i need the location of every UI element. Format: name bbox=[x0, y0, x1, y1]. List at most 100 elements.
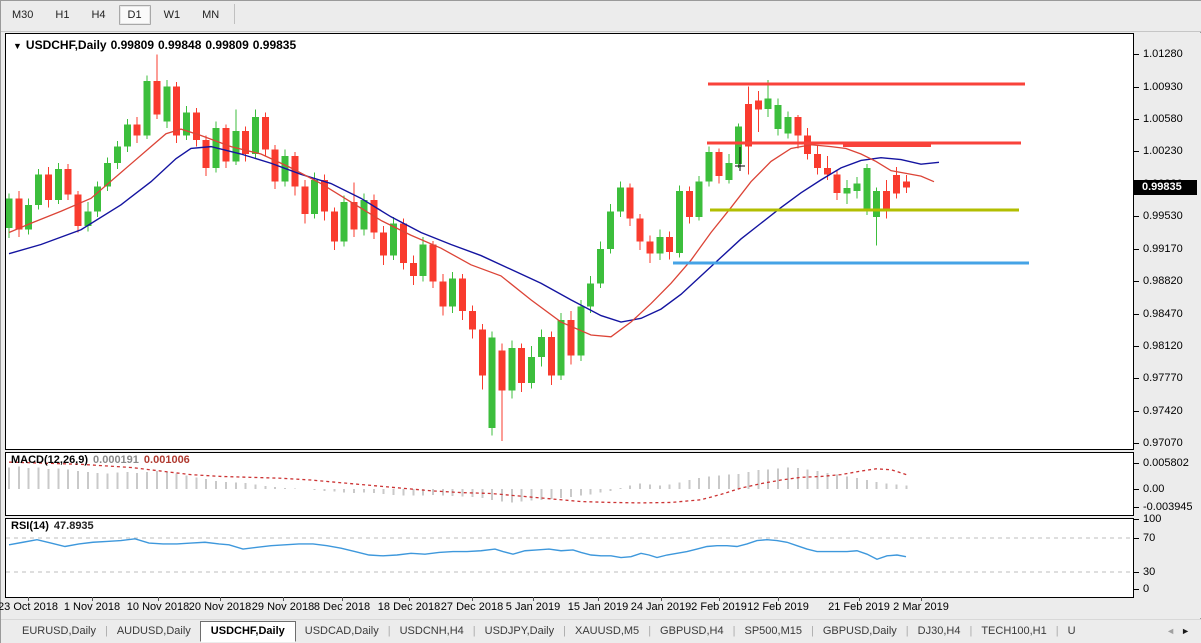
tab-strip: EURUSD,Daily|AUDUSD,DailyUSDCHF,DailyUSD… bbox=[1, 620, 1201, 642]
date-axis-label: 23 Oct 2018 bbox=[0, 601, 58, 613]
price-axis-label: 0.99530 bbox=[1143, 210, 1183, 222]
rsi-label: RSI(14) 47.8935 bbox=[11, 520, 94, 532]
price-axis-tick bbox=[1134, 54, 1139, 55]
price-axis: 1.012801.009301.005801.002300.998800.995… bbox=[1134, 33, 1201, 598]
timeframe-button-d1[interactable]: D1 bbox=[119, 5, 151, 25]
tab-usdjpy-daily[interactable]: USDJPY,Daily bbox=[476, 621, 564, 640]
macd-axis-tick bbox=[1134, 489, 1139, 490]
price-axis-label: 0.99170 bbox=[1143, 243, 1183, 255]
tab-scroll-right-icon[interactable]: ► bbox=[1181, 626, 1196, 636]
date-axis-label: 12 Feb 2019 bbox=[747, 601, 809, 613]
tab-audusd-daily[interactable]: AUDUSD,Daily bbox=[108, 621, 200, 640]
ohlc-open: 0.99809 bbox=[111, 38, 154, 52]
chart-title: ▼ USDCHF,Daily 0.99809 0.99848 0.99809 0.9983… bbox=[13, 38, 300, 52]
price-axis-tick bbox=[1134, 411, 1139, 412]
date-axis-label: 20 Nov 2018 bbox=[189, 601, 251, 613]
price-axis-tick bbox=[1134, 119, 1139, 120]
macd-name: MACD(12,26,9) bbox=[11, 454, 88, 466]
chart-tab-bar: EURUSD,Daily|AUDUSD,DailyUSDCHF,DailyUSD… bbox=[1, 619, 1201, 643]
timeframe-button-h4[interactable]: H4 bbox=[82, 5, 114, 25]
macd-axis-tick bbox=[1134, 507, 1139, 508]
price-axis-label: 0.98470 bbox=[1143, 308, 1183, 320]
tab-gbpusd-daily[interactable]: GBPUSD,Daily bbox=[814, 621, 906, 640]
price-axis-tick bbox=[1134, 281, 1139, 282]
tab-usdcnh-h4[interactable]: USDCNH,H4 bbox=[391, 621, 473, 640]
macd-axis-label: 0.005802 bbox=[1143, 457, 1189, 469]
ohlc-low: 0.99809 bbox=[205, 38, 248, 52]
symbol-dropdown-icon[interactable]: ▼ bbox=[13, 41, 22, 51]
price-axis-label: 0.97070 bbox=[1143, 437, 1183, 449]
macd-value-signal: 0.001006 bbox=[144, 454, 190, 466]
price-axis-tick bbox=[1134, 314, 1139, 315]
price-axis-label: 0.97770 bbox=[1143, 372, 1183, 384]
tab-usdcad-daily[interactable]: USDCAD,Daily bbox=[296, 621, 388, 640]
ma-fast-line bbox=[9, 129, 934, 337]
rsi-axis-label: 0 bbox=[1143, 583, 1149, 595]
macd-axis-tick bbox=[1134, 463, 1139, 464]
toolbar-separator bbox=[234, 4, 235, 24]
trading-platform-window: M30H1H4D1W1MN ▼ USDCHF,Daily 0.99809 0.9984… bbox=[0, 0, 1201, 643]
price-axis-label: 1.01280 bbox=[1143, 48, 1183, 60]
macd-label: MACD(12,26,9) 0.000191 0.001006 bbox=[11, 454, 190, 466]
rsi-line bbox=[9, 539, 906, 559]
price-axis-tick bbox=[1134, 151, 1139, 152]
timeframe-button-h1[interactable]: H1 bbox=[46, 5, 78, 25]
price-axis-label: 0.98120 bbox=[1143, 340, 1183, 352]
rsi-value: 47.8935 bbox=[54, 520, 94, 532]
date-axis-label: 29 Nov 2018 bbox=[252, 601, 314, 613]
tab-dj30-h4[interactable]: DJ30,H4 bbox=[909, 621, 970, 640]
timeframe-button-w1[interactable]: W1 bbox=[155, 5, 190, 25]
price-axis-label: 1.00580 bbox=[1143, 113, 1183, 125]
date-axis-label: 27 Dec 2018 bbox=[441, 601, 503, 613]
timeframe-toolbar: M30H1H4D1W1MN bbox=[1, 1, 1201, 32]
price-axis-label: 1.00930 bbox=[1143, 81, 1183, 93]
date-axis: 23 Oct 2018 1 Nov 2018 10 Nov 201820 Nov 2… bbox=[1, 598, 1201, 618]
macd-value-main: 0.000191 bbox=[93, 454, 139, 466]
rsi-axis-tick bbox=[1134, 589, 1139, 590]
price-axis-tick bbox=[1134, 216, 1139, 217]
rsi-axis-label: 70 bbox=[1143, 532, 1155, 544]
date-axis-label: 18 Dec 2018 bbox=[378, 601, 440, 613]
price-axis-tick bbox=[1134, 249, 1139, 250]
rsi-axis-label: 30 bbox=[1143, 566, 1155, 578]
rsi-canvas[interactable] bbox=[6, 519, 1133, 597]
tab-sp500-m15[interactable]: SP500,M15 bbox=[735, 621, 810, 640]
tab-scroll-left-icon[interactable]: ◄ bbox=[1166, 626, 1181, 636]
price-axis-tick bbox=[1134, 378, 1139, 379]
ma-slow-line bbox=[9, 147, 939, 322]
date-axis-label: 2 Feb 2019 bbox=[691, 601, 747, 613]
date-axis-label: 15 Jan 2019 bbox=[568, 601, 629, 613]
date-axis-label: 8 Dec 2018 bbox=[314, 601, 370, 613]
price-axis-tick bbox=[1134, 443, 1139, 444]
rsi-name: RSI(14) bbox=[11, 520, 49, 532]
tab-tech100-h1[interactable]: TECH100,H1 bbox=[972, 621, 1055, 640]
rsi-axis-tick bbox=[1134, 538, 1139, 539]
main-chart-canvas[interactable] bbox=[6, 34, 1133, 449]
date-axis-label: 21 Feb 2019 bbox=[828, 601, 890, 613]
date-axis-label: 10 Nov 2018 bbox=[127, 601, 189, 613]
timeframe-button-mn[interactable]: MN bbox=[193, 5, 228, 25]
tab-usdchf-daily[interactable]: USDCHF,Daily bbox=[200, 621, 296, 642]
rsi-axis-tick bbox=[1134, 519, 1139, 520]
timeframe-button-m30[interactable]: M30 bbox=[3, 5, 42, 25]
macd-histogram bbox=[9, 467, 906, 503]
tab-u[interactable]: U bbox=[1059, 621, 1085, 640]
date-axis-label: 1 Nov 2018 bbox=[64, 601, 120, 613]
price-axis-label: 0.98820 bbox=[1143, 275, 1183, 287]
price-axis-label: 0.97420 bbox=[1143, 405, 1183, 417]
price-axis-tick bbox=[1134, 87, 1139, 88]
price-axis-label: 1.00230 bbox=[1143, 145, 1183, 157]
current-price-tag: 0.99835 bbox=[1134, 180, 1197, 195]
ohlc-close: 0.99835 bbox=[253, 38, 296, 52]
tab-eurusd-daily[interactable]: EURUSD,Daily bbox=[13, 621, 105, 640]
tab-gbpusd-h4[interactable]: GBPUSD,H4 bbox=[651, 621, 733, 640]
chart-symbol-label: USDCHF,Daily bbox=[26, 38, 107, 52]
macd-signal-line bbox=[9, 462, 909, 503]
tab-xauusd-m5[interactable]: XAUUSD,M5 bbox=[566, 621, 648, 640]
rsi-axis-tick bbox=[1134, 572, 1139, 573]
price-axis-tick bbox=[1134, 346, 1139, 347]
rsi-axis-label: 100 bbox=[1143, 513, 1161, 525]
ohlc-high: 0.99848 bbox=[158, 38, 201, 52]
tab-scroll-arrows: ◄► bbox=[1166, 626, 1196, 636]
date-axis-label: 2 Mar 2019 bbox=[893, 601, 949, 613]
